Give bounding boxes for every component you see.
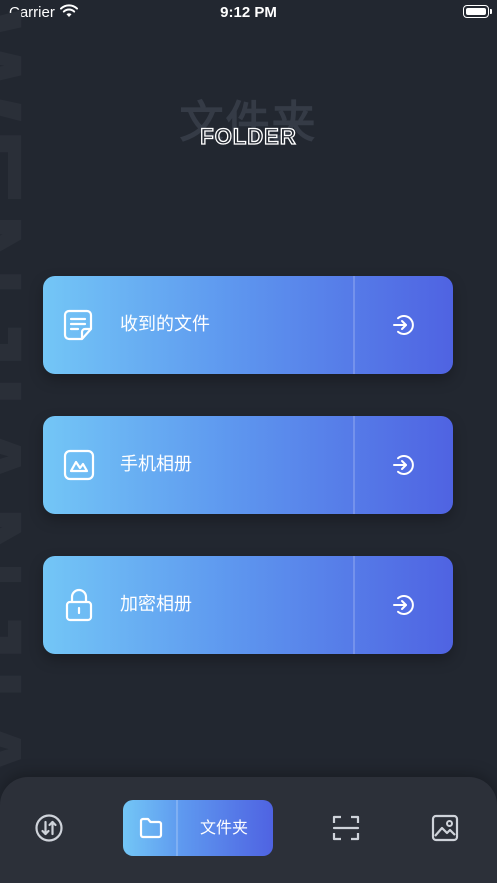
card-divider: [353, 416, 355, 514]
folder-icon: [139, 817, 163, 839]
card-label: 手机相册: [120, 454, 192, 475]
scan-icon[interactable]: [331, 813, 361, 843]
tab-bar: 文件夹: [0, 777, 497, 883]
enter-arrow-icon: [393, 455, 414, 475]
phone-album-card[interactable]: 手机相册: [43, 416, 453, 514]
lock-icon: [65, 588, 93, 622]
photo-icon: [63, 449, 95, 481]
enter-arrow-icon: [393, 315, 414, 335]
card-divider: [353, 276, 355, 374]
tab-folder[interactable]: 文件夹: [123, 800, 273, 856]
tab-label: 文件夹: [200, 818, 249, 837]
enter-arrow-icon: [393, 595, 414, 615]
image-icon[interactable]: [430, 813, 460, 843]
page-title-en: FOLDER: [200, 123, 297, 149]
card-divider: [353, 556, 355, 654]
tab-divider: [176, 800, 178, 856]
received-files-card[interactable]: 收到的文件: [43, 276, 453, 374]
card-label: 加密相册: [120, 594, 192, 615]
encrypted-album-card[interactable]: 加密相册: [43, 556, 453, 654]
document-icon: [63, 309, 93, 341]
card-label: 收到的文件: [120, 314, 210, 335]
transfer-icon[interactable]: [34, 813, 64, 843]
battery-icon: [463, 5, 492, 18]
